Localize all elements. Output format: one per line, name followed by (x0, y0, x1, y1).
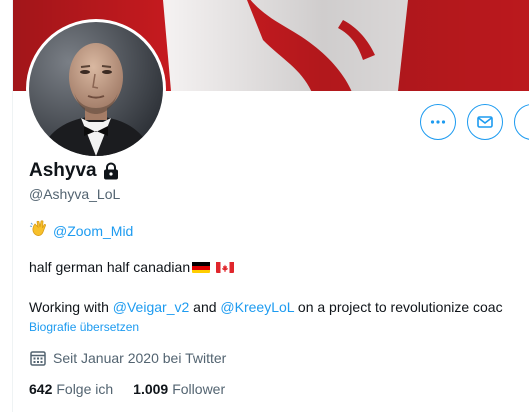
notifications-button[interactable] (514, 104, 529, 140)
pinned-mention-row: @Zoom_Mid (29, 219, 133, 242)
more-dots-icon (430, 120, 446, 124)
display-name: Ashyva (29, 160, 97, 181)
message-button[interactable] (467, 104, 503, 140)
followers-count: 1.009 (133, 381, 169, 397)
follow-stats: 642 Folge ich 1.009 Follower (29, 381, 245, 397)
bio-line-2: Working with @Veigar_v2 and @KreeyLoL on… (29, 299, 503, 315)
veigar-mention-link[interactable]: @Veigar_v2 (113, 299, 189, 315)
zoom-mid-mention-link[interactable]: @Zoom_Mid (53, 223, 133, 239)
bio-text-and: and (189, 299, 221, 315)
following-label: Folge ich (56, 381, 114, 397)
username-handle: @Ashyva_LoL (29, 186, 121, 202)
canada-flag-emoji (216, 261, 235, 273)
lock-icon (101, 161, 121, 181)
envelope-icon (477, 116, 493, 128)
bio-text-prefix: Working with (29, 299, 113, 315)
following-count: 642 (29, 381, 53, 397)
bio-text: half german half canadian (29, 259, 191, 275)
display-name-row: Ashyva (29, 160, 121, 182)
profile-avatar[interactable] (26, 19, 166, 159)
kreey-mention-link[interactable]: @KreeyLoL (220, 299, 294, 315)
translate-bio-link[interactable]: Biografie übersetzen (29, 320, 139, 334)
followers-label: Follower (172, 381, 226, 397)
more-options-button[interactable] (420, 104, 456, 140)
waving-hand-emoji (29, 219, 49, 242)
following-link[interactable]: 642 Folge ich (29, 381, 113, 397)
germany-flag-emoji (192, 261, 211, 273)
followers-link[interactable]: 1.009 Follower (133, 381, 225, 397)
avatar-photo (29, 22, 163, 156)
join-date: Seit Januar 2020 bei Twitter (29, 349, 226, 367)
bio-line-1: half german half canadian (29, 259, 235, 275)
calendar-icon (30, 351, 46, 366)
bio-text-suffix: on a project to revolutionize coac (294, 299, 503, 315)
profile-page: Ashyva @Ashyva_LoL @Zoom_Mid half german… (0, 0, 529, 412)
join-date-text: Seit Januar 2020 bei Twitter (53, 350, 227, 366)
